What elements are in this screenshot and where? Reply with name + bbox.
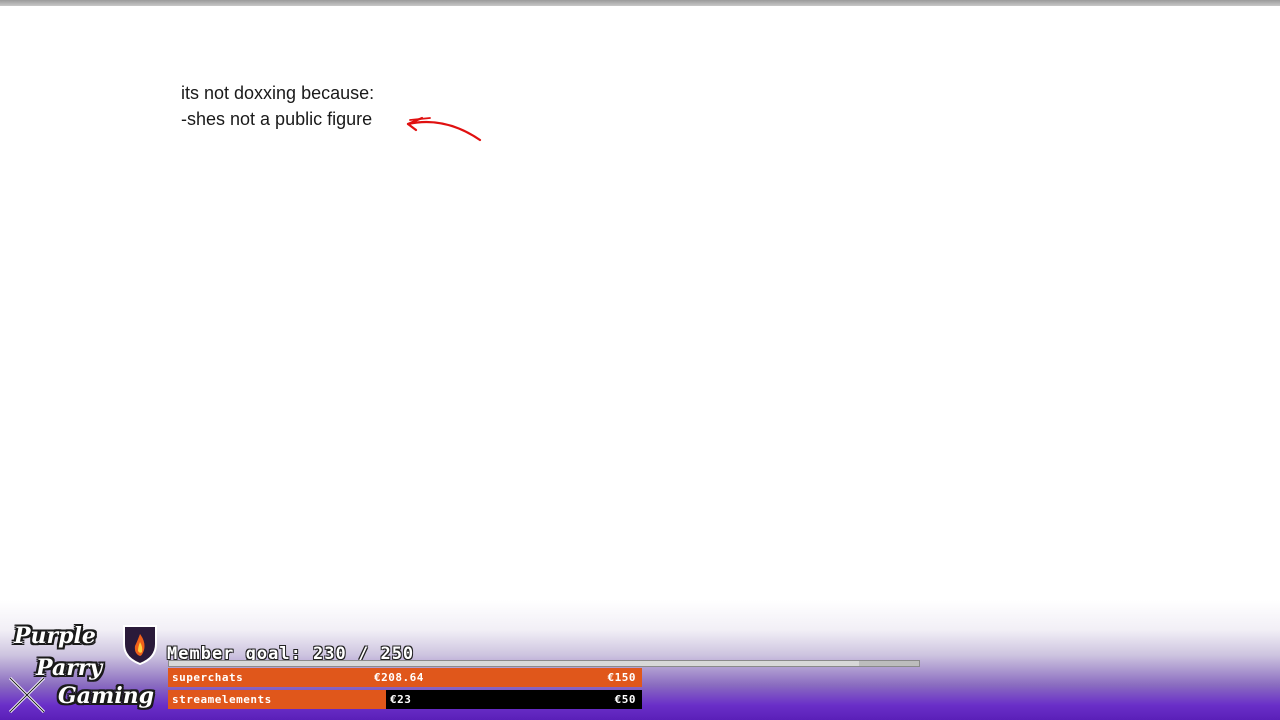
superchats-amount: €208.64 xyxy=(374,671,424,684)
logo-word-1: Purple xyxy=(14,623,96,649)
logo-word-2: Parry xyxy=(36,655,103,681)
streamelements-label: streamelements xyxy=(172,693,272,706)
streamelements-goal: €50 xyxy=(614,693,636,706)
channel-logo: Purple Parry Gaming xyxy=(4,622,164,718)
superchats-label: superchats xyxy=(172,671,244,684)
shield-flame-icon xyxy=(123,625,157,666)
member-goal-progress-bar xyxy=(168,660,920,667)
top-window-edge xyxy=(0,0,1280,6)
stream-screen: its not doxxing because: -shes not a pub… xyxy=(0,0,1280,720)
whiteboard-note: its not doxxing because: -shes not a pub… xyxy=(181,80,374,132)
superchats-goal-bar: superchats €208.64 €150 xyxy=(168,668,642,687)
note-line-1: its not doxxing because: xyxy=(181,83,375,103)
red-arrow-icon xyxy=(406,116,482,142)
streamelements-goal-bar: streamelements €23 €50 xyxy=(168,690,642,709)
member-goal-progress-fill xyxy=(169,661,859,666)
note-line-2: -shes not a public figure xyxy=(181,109,373,129)
superchats-goal: €150 xyxy=(607,671,636,684)
streamelements-amount: €23 xyxy=(390,693,412,706)
logo-word-3: Gaming xyxy=(58,683,155,709)
